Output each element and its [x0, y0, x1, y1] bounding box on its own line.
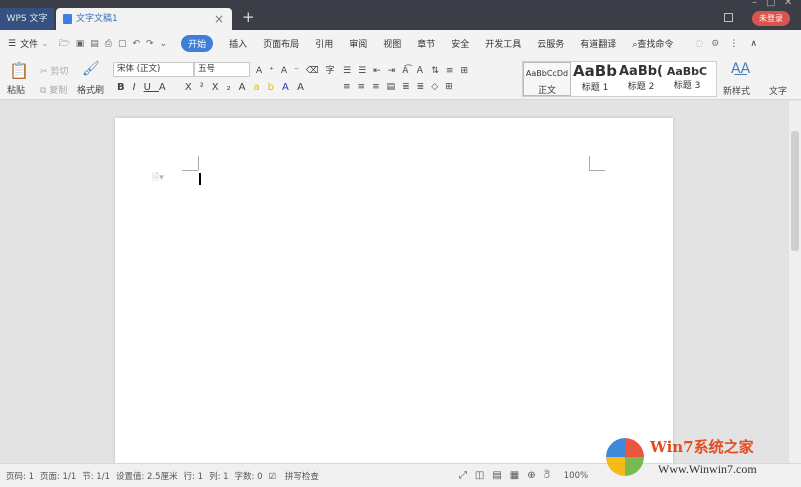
tab-security[interactable]: 安全: [451, 37, 469, 50]
margin-mark: [198, 156, 199, 170]
spell-check-label: 拼写检查: [284, 471, 319, 482]
document-tab[interactable]: 文字文稿1 ×: [56, 8, 232, 30]
scrollbar-thumb[interactable]: [791, 131, 799, 251]
paste-icon[interactable]: 📋: [9, 61, 29, 80]
window-mode-icon[interactable]: [724, 13, 733, 22]
tab-page-layout[interactable]: 页面布局: [263, 37, 299, 50]
watermark-url: Www.Winwin7.com: [658, 462, 757, 476]
file-menu[interactable]: 文件: [20, 37, 38, 50]
style-heading-2[interactable]: AaBb( 标题 2: [617, 62, 665, 92]
spell-check[interactable]: ☑ 拼写检查: [269, 470, 319, 482]
style-label: 标题 2: [627, 82, 655, 92]
menu-bar: ☰ 文件 ⌄ 🗁▣▤⎙▢↶↷⌄ 开始 插入 页面布局 引用 审阅 视图 章节 安…: [0, 30, 801, 57]
tab-start[interactable]: 开始: [181, 35, 214, 52]
style-normal[interactable]: AaBbCcDd 正文: [523, 62, 571, 96]
word-count[interactable]: 字数: 0: [235, 470, 263, 482]
paste-button[interactable]: 粘贴: [7, 83, 25, 96]
watermark-brand: Win7系统之家: [650, 438, 754, 456]
style-preview: AaBbCcDd: [525, 69, 569, 78]
page-count[interactable]: 页面: 1/1: [40, 470, 76, 482]
app-tab[interactable]: WPS 文字: [0, 8, 54, 30]
vertical-scrollbar[interactable]: [789, 101, 801, 463]
style-preview: AaBb: [573, 62, 617, 80]
margin-mark: [589, 156, 590, 170]
tab-review[interactable]: 审阅: [349, 37, 367, 50]
help-icon[interactable]: ◌: [695, 39, 703, 49]
cut-button[interactable]: ✂ 剪切: [40, 64, 68, 77]
paragraph-tools-top[interactable]: ☰☰⇤⇥A͡Ａ⇅≡⊞: [343, 63, 475, 76]
new-tab-button[interactable]: +: [242, 8, 255, 26]
section: 节: 1/1: [82, 471, 110, 482]
tab-references[interactable]: 引用: [315, 37, 333, 50]
login-button[interactable]: 未登录: [752, 11, 790, 26]
styles-gallery[interactable]: AaBbCcDd 正文 AaBb 标题 1 AaBb( 标题 2 AaBbC 标题 3: [522, 61, 717, 97]
text-tools-button[interactable]: 文字: [769, 84, 787, 97]
font-size-tools[interactable]: A⁺A⁻⌫字: [256, 63, 342, 76]
style-heading-1[interactable]: AaBb 标题 1: [571, 62, 619, 93]
collapse-ribbon-icon[interactable]: ∧: [750, 39, 757, 49]
view-mode-icons[interactable]: ⤢◫▤▦⊕ඊ: [459, 470, 558, 481]
title-bar: WPS 文字 文字文稿1 × + – □ ✕ 未登录: [0, 0, 801, 30]
style-label: 标题 3: [673, 81, 701, 91]
search-command-label: 查找命令: [637, 40, 674, 50]
zoom-level[interactable]: 100%: [564, 471, 588, 481]
style-preview: AaBb(: [619, 64, 663, 79]
page-number: 页码: 1: [6, 471, 34, 482]
minimize-button[interactable]: –: [752, 0, 757, 8]
document-icon: [63, 14, 72, 24]
cut-label: 剪切: [50, 67, 69, 77]
close-window-button[interactable]: ✕: [784, 0, 792, 8]
paragraph-tools-bottom[interactable]: ≡≡≡▤≣≣◇⊞: [343, 82, 460, 92]
windows-logo-icon: [606, 438, 644, 476]
copy-label: 复制: [49, 86, 68, 96]
ribbon: 📋 粘贴 ✂ 剪切 ⧉ 复制 🖌 格式刷 宋体 (正文) 五号 A⁺A⁻⌫字 B…: [0, 57, 801, 100]
document-page[interactable]: 🗎▾: [115, 118, 673, 478]
column: 列: 1: [209, 471, 229, 482]
tab-insert[interactable]: 插入: [229, 37, 247, 50]
copy-button[interactable]: ⧉ 复制: [40, 83, 67, 96]
row: 行: 1: [183, 471, 204, 482]
setting-value[interactable]: 设置值: 2.5厘米: [116, 470, 178, 482]
margin-mark: [589, 170, 605, 171]
format-painter-icon[interactable]: 🖌: [82, 61, 100, 77]
format-painter-button[interactable]: 格式刷: [77, 83, 104, 96]
style-label: 标题 1: [581, 83, 609, 93]
paragraph-icon[interactable]: 🗎▾: [152, 170, 164, 186]
search-command[interactable]: ⌕查找命令: [632, 37, 673, 50]
tab-translate[interactable]: 有道翻译: [580, 37, 616, 50]
hamburger-icon[interactable]: ☰: [8, 39, 16, 49]
tab-view[interactable]: 视图: [383, 37, 401, 50]
document-canvas: 🗎▾: [0, 101, 789, 478]
style-heading-3[interactable]: AaBbC 标题 3: [663, 62, 711, 91]
chevron-down-icon[interactable]: ⌄: [41, 39, 49, 49]
gear-icon[interactable]: ⚙: [711, 39, 719, 49]
font-size-select[interactable]: 五号: [194, 62, 250, 77]
margin-mark: [182, 170, 198, 171]
more-icon[interactable]: ⋮: [729, 39, 738, 49]
font-name-select[interactable]: 宋体 (正文): [113, 62, 194, 77]
style-label: 正文: [537, 86, 556, 96]
new-style-icon[interactable]: A͟A: [731, 61, 750, 77]
maximize-button[interactable]: □: [766, 0, 775, 8]
tab-chapter[interactable]: 章节: [417, 37, 435, 50]
font-format-buttons[interactable]: BIUA X²X₂AabAA: [117, 82, 312, 93]
style-preview: AaBbC: [666, 65, 708, 78]
new-style-button[interactable]: 新样式: [723, 84, 750, 97]
text-cursor: [199, 173, 201, 185]
watermark-logo: Win7系统之家 Www.Winwin7.com: [600, 436, 800, 486]
tab-developer[interactable]: 开发工具: [485, 37, 521, 50]
quick-access-icons[interactable]: 🗁▣▤⎙▢↶↷⌄: [59, 36, 174, 52]
tab-cloud[interactable]: 云服务: [537, 37, 564, 50]
document-tab-label: 文字文稿1: [76, 14, 118, 24]
close-tab-icon[interactable]: ×: [214, 8, 224, 30]
